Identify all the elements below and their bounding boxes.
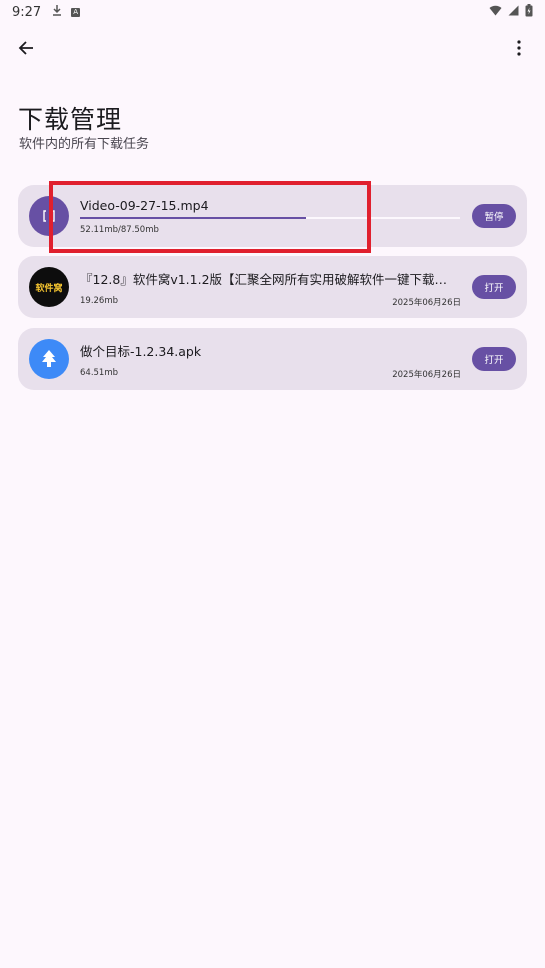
status-time: 9:27	[12, 4, 42, 20]
top-app-bar	[0, 30, 545, 72]
arrow-back-icon	[18, 40, 34, 60]
download-icon	[51, 4, 63, 20]
page-title: 下载管理	[18, 105, 123, 134]
status-bar: 9:27 A	[0, 0, 545, 24]
download-size: 19.26mb	[80, 296, 119, 306]
pause-button[interactable]: 暂停	[472, 204, 516, 228]
download-name: 『12.8』软件窝v1.1.2版【汇聚全网所有实用破解软件一键下载以…	[80, 272, 458, 287]
download-item[interactable]: 软件窝 『12.8』软件窝v1.1.2版【汇聚全网所有实用破解软件一键下载以… …	[18, 256, 527, 318]
more-options-button[interactable]	[503, 34, 535, 66]
more-vert-icon	[517, 40, 521, 60]
open-button[interactable]: 打开	[472, 275, 516, 299]
download-size: 52.11mb/87.50mb	[80, 225, 159, 235]
video-file-icon	[29, 196, 69, 236]
download-progress-fill	[80, 217, 307, 219]
download-size: 64.51mb	[80, 368, 119, 378]
tree-app-icon	[29, 339, 69, 379]
notification-a-icon: A	[71, 7, 81, 17]
download-item[interactable]: Video-09-27-15.mp4 52.11mb/87.50mb 暂停	[18, 185, 527, 247]
page-subtitle: 软件内的所有下载任务	[19, 137, 150, 152]
app-logo-icon: 软件窝	[29, 267, 69, 307]
app-logo-text: 软件窝	[35, 283, 63, 294]
back-button[interactable]	[10, 34, 42, 66]
download-name: 做个目标-1.2.34.apk	[80, 344, 202, 359]
download-item[interactable]: 做个目标-1.2.34.apk 64.51mb 2025年06月26日 打开	[18, 328, 527, 390]
download-date: 2025年06月26日	[392, 298, 461, 308]
open-button[interactable]: 打开	[472, 347, 516, 371]
download-progress-bar	[80, 217, 460, 219]
download-date: 2025年06月26日	[392, 370, 461, 380]
wifi-icon	[489, 5, 502, 20]
signal-icon	[508, 5, 519, 20]
download-name: Video-09-27-15.mp4	[80, 198, 209, 213]
battery-icon	[525, 3, 533, 21]
